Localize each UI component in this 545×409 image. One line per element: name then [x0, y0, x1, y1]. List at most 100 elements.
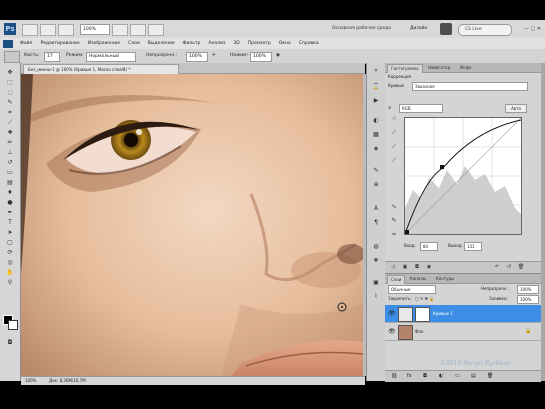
status-zoom[interactable]: 100% — [25, 377, 36, 385]
history-panel-icon[interactable]: ⌛ — [371, 83, 381, 91]
fill-field[interactable]: 100% — [517, 295, 539, 304]
stamp-tool-icon[interactable]: ⊥ — [4, 149, 16, 156]
history-brush-tool-icon[interactable]: ↺ — [4, 159, 16, 166]
curves-preset-select[interactable]: Заказная — [412, 82, 528, 91]
expanded-view-icon[interactable]: ▣ — [401, 264, 409, 271]
visibility-toggle-icon[interactable]: ◉ — [425, 264, 433, 271]
tab-navigator[interactable]: Навигатор — [425, 64, 453, 72]
lock-icons[interactable]: ▢ ✎ ✥ 🔒 — [415, 294, 434, 303]
actions-panel-icon[interactable]: ▶ — [371, 97, 381, 105]
pen-tool-icon[interactable]: ✒ — [4, 209, 16, 216]
layer-style-icon[interactable]: fx — [407, 373, 412, 379]
hand-tool-icon[interactable]: ✋ — [4, 269, 16, 276]
character-panel-icon[interactable]: A — [371, 205, 381, 213]
new-adjustment-icon[interactable]: ◐ — [439, 373, 443, 379]
lasso-tool-icon[interactable]: ◌ — [4, 89, 16, 96]
workspace-design[interactable]: Дизайн — [410, 24, 434, 34]
clip-to-layer-icon[interactable]: ◘ — [413, 264, 421, 271]
window-controls[interactable]: — ▢ ✕ — [511, 24, 541, 34]
brush-size-field[interactable]: 17 — [44, 52, 60, 62]
opacity-field[interactable]: 100% — [186, 52, 208, 62]
curve-black-point[interactable] — [405, 230, 409, 234]
tab-paths[interactable]: Контуры — [433, 275, 457, 283]
new-layer-icon[interactable]: ▤ — [471, 373, 476, 379]
bridge-button[interactable] — [22, 24, 38, 36]
brush-panel-icon[interactable]: ✎ — [371, 167, 381, 175]
styles-panel-icon[interactable]: ◈ — [371, 145, 381, 153]
add-mask-icon[interactable]: ◘ — [423, 373, 427, 379]
marquee-tool-icon[interactable]: ⬚ — [4, 79, 16, 86]
swatches-panel-icon[interactable]: ▦ — [371, 131, 381, 139]
menu-item-3d[interactable]: 3D — [229, 41, 243, 46]
layer-row-curves[interactable]: 👁 Кривые 1 — [385, 305, 541, 323]
ps-menu-icon[interactable] — [3, 39, 13, 48]
3d-panel-icon[interactable]: ❖ — [371, 257, 381, 265]
tab-layers[interactable]: Слои — [387, 275, 406, 284]
move-tool-icon[interactable]: ✥ — [4, 69, 16, 76]
gradient-tool-icon[interactable]: ▤ — [4, 179, 16, 186]
type-tool-icon[interactable]: T — [4, 219, 16, 226]
curve-point[interactable] — [440, 165, 444, 169]
minibridge-button[interactable] — [40, 24, 56, 36]
auto-button[interactable]: Авто — [505, 104, 527, 113]
eye-icon[interactable]: 👁 — [388, 328, 396, 335]
draw-curve-icon[interactable]: ✎ — [389, 217, 399, 225]
strip-collapse-icon[interactable]: « — [371, 67, 381, 75]
shape-tool-icon[interactable]: ▢ — [4, 239, 16, 246]
link-layers-icon[interactable]: ⛓ — [391, 373, 397, 379]
3d-rotate-tool-icon[interactable]: ⟳ — [4, 249, 16, 256]
quick-select-tool-icon[interactable]: ✎ — [4, 99, 16, 106]
blend-mode-select[interactable]: Обычные — [388, 285, 436, 294]
menu-item-help[interactable]: Справка — [295, 41, 323, 46]
tab-channels[interactable]: Каналы — [407, 275, 429, 283]
menu-item-analysis[interactable]: Анализ — [204, 41, 229, 46]
edit-points-icon[interactable]: ∿ — [389, 203, 399, 211]
input-field[interactable]: 84 — [420, 242, 438, 251]
delete-adjustment-icon[interactable]: 🗑 — [517, 264, 525, 271]
brush-tool-icon[interactable]: ✏ — [4, 139, 16, 146]
crop-tool-icon[interactable]: ⌗ — [4, 109, 16, 116]
eyedropper-tool-icon[interactable]: ⟋ — [4, 119, 16, 126]
brush-tool-preset-icon[interactable] — [4, 51, 20, 63]
black-eyedropper-icon[interactable]: ⟋ — [389, 129, 399, 137]
curves-graph[interactable] — [404, 117, 522, 235]
document-canvas[interactable] — [21, 74, 363, 376]
dodge-tool-icon[interactable]: ● — [4, 199, 16, 206]
cs-live-button[interactable]: CS Live — [458, 24, 512, 36]
channel-icon[interactable]: ↯ — [388, 103, 391, 113]
smooth-curve-icon[interactable]: ≈ — [389, 231, 399, 239]
menu-item-filter[interactable]: Фильтр — [179, 41, 205, 46]
white-eyedropper-icon[interactable]: ⟋ — [389, 157, 399, 165]
delete-layer-icon[interactable]: 🗑 — [487, 373, 493, 379]
menu-item-file[interactable]: Файл — [16, 41, 36, 46]
gray-eyedropper-icon[interactable]: ⟋ — [389, 143, 399, 151]
new-group-icon[interactable]: ▭ — [455, 373, 460, 379]
color-panel-icon[interactable]: ◐ — [371, 117, 381, 125]
reset-icon[interactable]: ↺ — [505, 264, 513, 271]
layer-comps-panel-icon[interactable]: ▣ — [371, 279, 381, 287]
menu-item-edit[interactable]: Редактирование — [36, 41, 83, 46]
menu-item-image[interactable]: Изображение — [84, 41, 124, 46]
output-field[interactable]: 131 — [464, 242, 482, 251]
menu-item-window[interactable]: Окно — [275, 41, 295, 46]
hand-tool-button[interactable] — [112, 24, 128, 36]
document-tab[interactable]: Без_имени-1 @ 100% (Кривые 1, Маска слоя… — [23, 64, 179, 74]
screen-mode-button[interactable] — [148, 24, 164, 36]
layer-row-background[interactable]: 👁 Фон 🔒 — [385, 323, 541, 341]
layer-opacity-field[interactable]: 100% — [517, 285, 539, 294]
zoom-level-field[interactable]: 100% — [80, 24, 110, 35]
arrange-documents-button[interactable] — [130, 24, 146, 36]
healing-tool-icon[interactable]: ✚ — [4, 129, 16, 136]
airbrush-icon[interactable]: ✈ — [212, 51, 216, 61]
background-color-swatch[interactable] — [8, 320, 18, 330]
masks-panel-icon[interactable]: ◍ — [371, 243, 381, 251]
menu-item-view[interactable]: Просмотр — [244, 41, 275, 46]
layer-name[interactable]: Кривые 1 — [433, 305, 453, 322]
path-select-tool-icon[interactable]: ➤ — [4, 229, 16, 236]
eye-icon[interactable]: 👁 — [388, 310, 396, 317]
eraser-tool-icon[interactable]: ▭ — [4, 169, 16, 176]
blur-tool-icon[interactable]: ♦ — [4, 189, 16, 196]
flow-field[interactable]: 100% — [250, 52, 272, 62]
right-edge-scrollbar[interactable] — [541, 63, 545, 381]
extensions-icon[interactable] — [440, 23, 452, 35]
